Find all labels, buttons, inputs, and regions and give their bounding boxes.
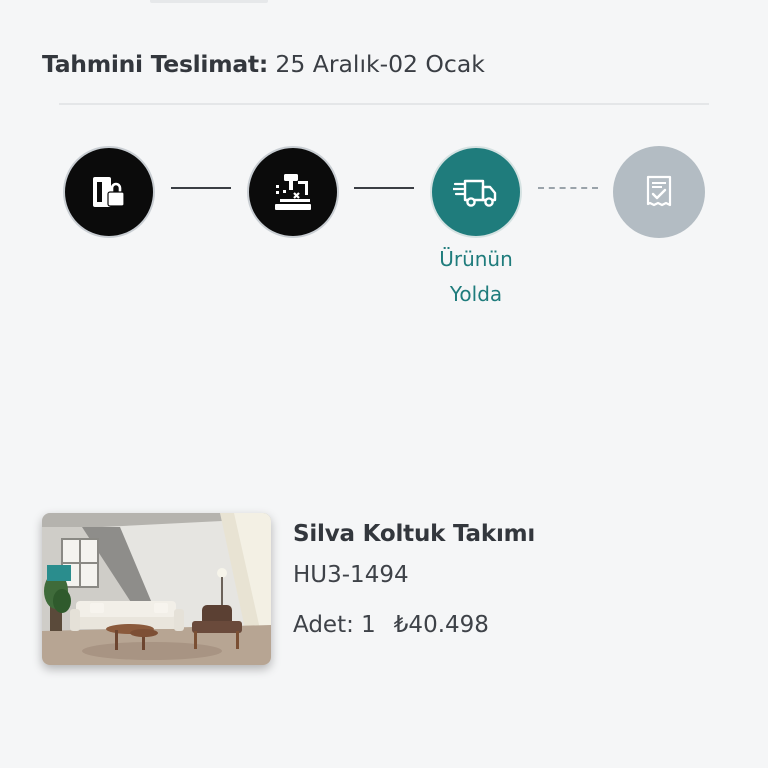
active-step-label-line1: Ürünün [439, 247, 513, 271]
product-code: HU3-1494 [293, 562, 409, 588]
step-connector [171, 187, 231, 189]
product-name[interactable]: Silva Koltuk Takımı [293, 518, 535, 550]
estimated-delivery: Tahmini Teslimat: 25 Aralık-02 Ocak [42, 49, 722, 79]
order-lock-icon [93, 177, 125, 207]
product-photo [42, 513, 271, 665]
top-card-edge [150, 0, 268, 3]
active-step-label-line2: Yolda [449, 282, 503, 306]
product-image[interactable] [42, 513, 271, 665]
product-price: ₺40.498 [393, 612, 489, 638]
product-quantity-price: Adet: 1 ₺40.498 [293, 609, 489, 641]
step-in-transit [430, 146, 522, 238]
production-tools-icon [275, 174, 311, 210]
delivery-truck-icon [453, 179, 497, 207]
active-step-label: Ürünün Yolda [420, 242, 532, 312]
divider [59, 103, 709, 105]
step-production [247, 146, 339, 238]
step-connector-pending [538, 187, 598, 189]
step-delivered [613, 146, 705, 238]
step-order-confirmed [63, 146, 155, 238]
quantity-label: Adet: 1 [293, 612, 376, 638]
step-connector [354, 187, 414, 189]
estimated-delivery-label: Tahmini Teslimat: [42, 50, 268, 78]
estimated-delivery-value: 25 Aralık-02 Ocak [275, 50, 485, 78]
checklist-document-icon [646, 175, 672, 207]
